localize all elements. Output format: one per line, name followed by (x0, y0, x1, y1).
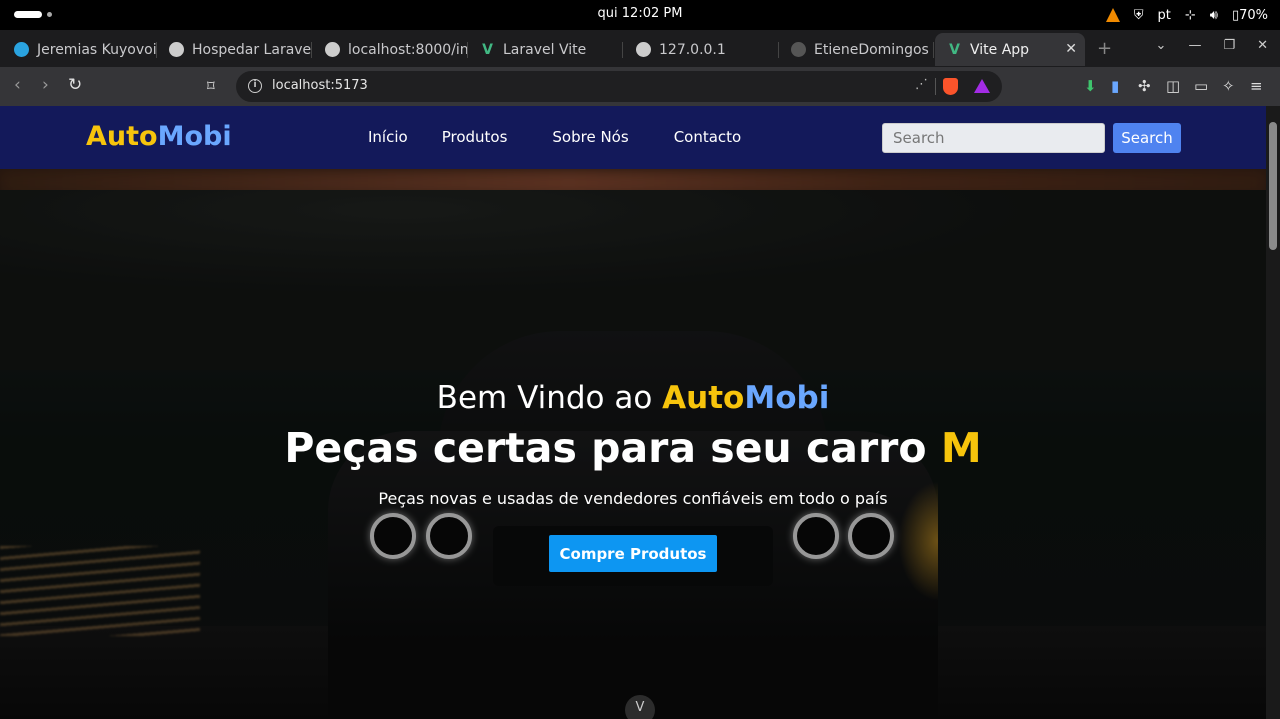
hero-subtitle: Peças novas e usadas de vendedores confi… (378, 489, 888, 508)
tab-title: Vite App (970, 41, 1030, 58)
menu-icon[interactable]: ≡ (1250, 77, 1263, 95)
address-bar[interactable]: i localhost:5173 ⋰ (236, 71, 1002, 102)
tab[interactable]: V Vite App ✕ (935, 33, 1085, 66)
window-controls: ⌄ — ❐ ✕ (1156, 38, 1268, 53)
new-tab-icon[interactable]: + (1097, 38, 1112, 59)
restore-icon[interactable]: ❐ (1223, 38, 1235, 53)
close-window-icon[interactable]: ✕ (1257, 38, 1268, 53)
download-icon[interactable]: ⬇ (1084, 77, 1097, 95)
tab[interactable]: EtieneDomingos (779, 33, 934, 66)
nav-link-inicio[interactable]: Início (368, 128, 408, 146)
network-icon[interactable]: ⊹ (1185, 8, 1196, 23)
site-logo[interactable]: AutoMobi (86, 121, 232, 152)
tab-title: Jeremias Kuyovoi (37, 41, 157, 58)
language-indicator[interactable]: pt (1157, 8, 1170, 23)
tab-title: Hospedar Laravel (192, 41, 312, 58)
scroll-down-chevron-icon[interactable]: V (625, 695, 655, 719)
share-icon[interactable]: ⋰ (915, 77, 928, 92)
reload-icon[interactable]: ↻ (68, 75, 82, 95)
address-url[interactable]: localhost:5173 (272, 78, 368, 93)
globe-icon (325, 42, 340, 57)
browser-toolbar: ‹ › ↻ ⌑ i localhost:5173 ⋰ ⬇ ▮ ✣ ◫ ▭ ✧ ≡ (0, 67, 1280, 106)
battery-percent: 70% (1239, 7, 1268, 23)
sidebar-icon[interactable]: ◫ (1166, 77, 1180, 95)
hero-welcome-prefix: Bem Vindo ao (436, 380, 663, 416)
shop-products-button[interactable]: Compre Produtos (549, 535, 717, 572)
vite-icon: V (482, 41, 493, 58)
minimize-icon[interactable]: — (1188, 38, 1201, 53)
search-input[interactable] (882, 123, 1105, 153)
hero-title: Peças certas para seu carro M (0, 424, 1266, 472)
tab[interactable]: V Laravel Vite (468, 33, 623, 66)
tab-separator (933, 42, 934, 58)
tab-search-chevron-icon[interactable]: ⌄ (1156, 38, 1167, 53)
battery-indicator[interactable]: ▯70% (1232, 8, 1268, 23)
site-navbar: AutoMobi Início Produtos Sobre Nós Conta… (0, 106, 1266, 169)
hero-welcome: Bem Vindo ao AutoMobi (0, 380, 1266, 416)
nav-links: Início Produtos Sobre Nós Contacto (368, 128, 741, 146)
extensions-puzzle-icon[interactable]: ✣ (1138, 77, 1151, 95)
tab-title: localhost:8000/in (348, 41, 468, 58)
hero-welcome-brand-auto: Auto (662, 380, 745, 416)
volume-icon[interactable]: 🔊︎ (1210, 8, 1218, 23)
tab[interactable]: Jeremias Kuyovoi (2, 33, 157, 66)
tab[interactable]: Hospedar Laravel (157, 33, 312, 66)
search-button[interactable]: Search (1113, 123, 1181, 153)
back-icon[interactable]: ‹ (14, 75, 21, 95)
tab-title: Laravel Vite (503, 41, 587, 58)
leo-ai-icon[interactable]: ✧ (1222, 77, 1235, 95)
bookmark-icon[interactable]: ⌑ (207, 77, 215, 95)
nav-link-produtos[interactable]: Produtos (442, 128, 508, 146)
os-top-bar: qui 12:02 PM ⛨ pt ⊹ 🔊︎ ▯70% (0, 0, 1280, 30)
wallet-icon[interactable]: ▭ (1194, 77, 1208, 95)
tab-title: EtieneDomingos (814, 41, 929, 58)
tab-separator (311, 42, 312, 58)
tab[interactable]: 127.0.0.1 (624, 33, 779, 66)
vite-icon: V (949, 41, 960, 58)
hero-title-main: Peças certas para seu carro (284, 424, 941, 472)
tab-title: 127.0.0.1 (659, 41, 726, 58)
tab[interactable]: localhost:8000/in (313, 33, 468, 66)
shield-icon[interactable]: ⛨ (1134, 8, 1144, 23)
hero-title-accent: M (940, 424, 982, 472)
telegram-icon (14, 42, 29, 57)
tab-close-icon[interactable]: ✕ (1065, 41, 1077, 57)
nav-link-contacto[interactable]: Contacto (674, 128, 742, 146)
globe-icon (636, 42, 651, 57)
page-viewport: AutoMobi Início Produtos Sobre Nós Conta… (0, 106, 1266, 719)
clock[interactable]: qui 12:02 PM (0, 6, 1280, 21)
page-scrollbar[interactable] (1266, 106, 1280, 719)
system-tray: ⛨ pt ⊹ 🔊︎ ▯70% (1105, 5, 1268, 25)
vlc-icon[interactable] (1105, 8, 1120, 22)
logo-part-auto: Auto (86, 121, 158, 152)
logo-part-mobi: Mobi (157, 121, 232, 152)
extension-icon[interactable]: ▮ (1111, 77, 1119, 95)
tab-separator (622, 42, 623, 58)
brave-rewards-icon[interactable] (974, 79, 990, 93)
address-divider (935, 78, 936, 95)
hero-welcome-brand-mobi: Mobi (744, 380, 830, 416)
forward-icon[interactable]: › (42, 75, 49, 95)
site-info-icon[interactable]: i (248, 79, 262, 93)
openai-icon (169, 42, 184, 57)
nav-link-sobre-nos[interactable]: Sobre Nós (552, 128, 628, 146)
brave-shields-icon[interactable] (943, 78, 958, 95)
github-icon (791, 42, 806, 57)
scrollbar-thumb[interactable] (1269, 122, 1277, 250)
